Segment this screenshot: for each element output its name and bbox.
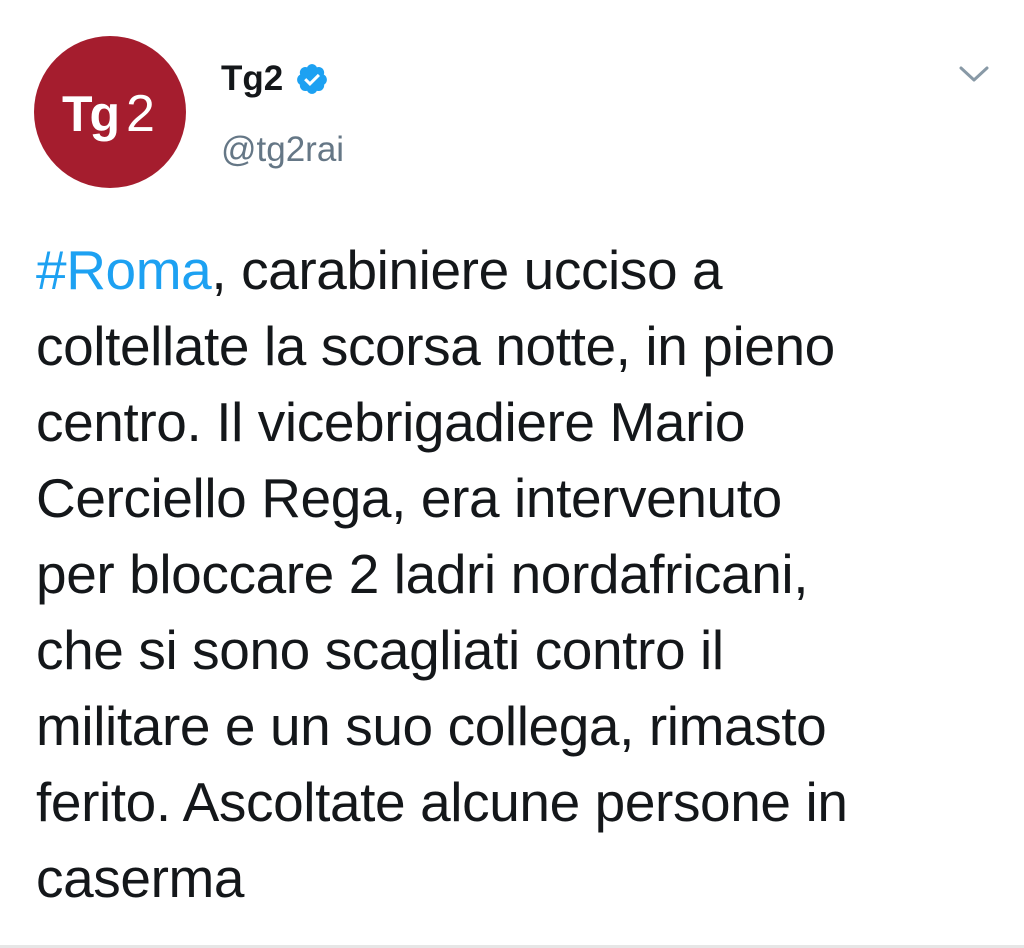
svg-text:Tg: Tg (62, 86, 118, 142)
tg2-logo-icon: Tg 2 (62, 85, 155, 143)
tweet-text-segment: , carabiniere ucciso a (211, 239, 723, 301)
avatar[interactable]: Tg 2 (34, 36, 186, 188)
tweet-text-line-3: centro. Il vicebrigadiere Mario (36, 391, 746, 453)
tweet-text-line-1: #Roma, carabiniere ucciso a (36, 232, 996, 308)
tweet-text-line-9: caserma (36, 847, 245, 909)
tweet-text-line-6: che si sono scagliati contro il (36, 619, 724, 681)
tweet-card: Tg 2 Tg2 @tg2rai #Roma, carabiniere ucci… (0, 0, 1024, 948)
tweet-text-line-4: Cerciello Rega, era intervenuto (36, 467, 782, 529)
tweet-text-line-5: per bloccare 2 ladri nordafricani, (36, 543, 809, 605)
hashtag-link[interactable]: #Roma (36, 239, 212, 301)
verified-badge-icon (297, 64, 328, 94)
tweet-text-line-7: militare e un suo collega, rimasto (36, 695, 827, 757)
tweet-text: #Roma, carabiniere ucciso a coltellate l… (36, 232, 996, 916)
author-handle[interactable]: @tg2rai (221, 128, 344, 172)
tweet-text-line-2: coltellate la scorsa notte, in pieno (36, 315, 835, 377)
author-name-row: Tg2 (221, 57, 329, 101)
display-name[interactable]: Tg2 (221, 57, 283, 101)
svg-text:2: 2 (126, 85, 155, 143)
chevron-down-icon[interactable] (958, 64, 990, 86)
tweet-text-line-8: ferito. Ascoltate alcune persone in (36, 771, 848, 833)
